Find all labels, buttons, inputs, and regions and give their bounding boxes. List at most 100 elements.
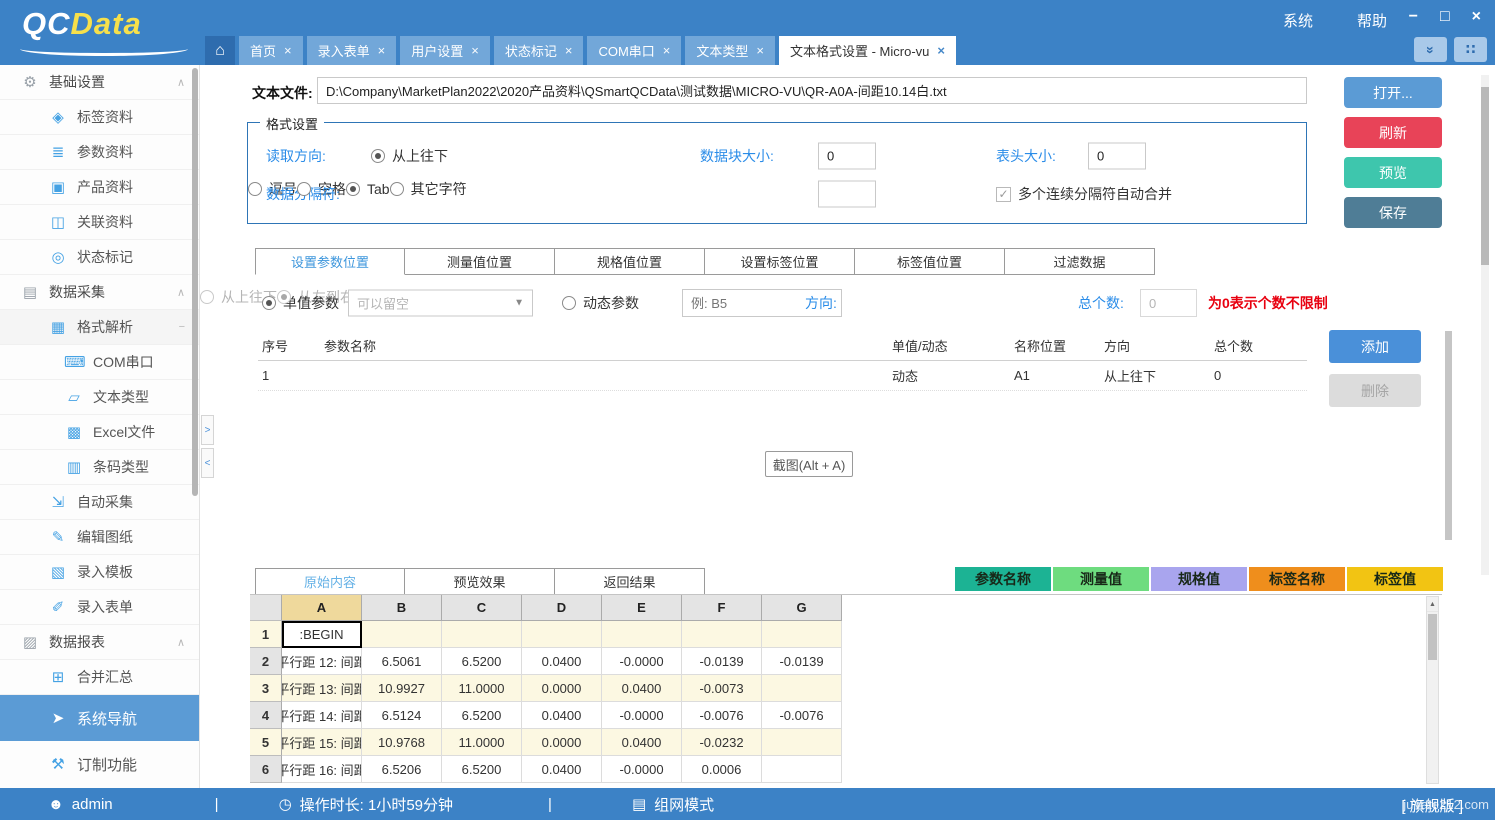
sidebar-item-参数资料[interactable]: ≣ 参数资料 [0,135,199,170]
tab-设置标签位置[interactable]: 设置标签位置 [705,248,855,275]
sheet-cell-F3[interactable]: -0.0073 [682,675,762,702]
header-size-input[interactable] [1088,143,1146,170]
sidebar-item-订制功能[interactable]: ⚒ 订制功能 [0,741,199,787]
tab-close-icon[interactable]: × [378,43,386,58]
parameter-panel-scrollbar[interactable] [1445,331,1452,540]
chevron-up-icon[interactable]: ∧ [177,76,185,89]
tab-原始内容[interactable]: 原始内容 [255,568,405,595]
sheet-column-header-C[interactable]: C [442,595,522,621]
tab-返回结果[interactable]: 返回结果 [555,568,705,595]
parameter-panel-scrollbar-thumb[interactable] [1445,331,1452,540]
minimize-button[interactable]: − [1409,8,1418,26]
other-separator-input[interactable] [818,181,876,208]
sidebar-item-录入模板[interactable]: ▧ 录入模板 [0,555,199,590]
tab-首页[interactable]: 首页 × [239,36,303,65]
action-button-刷新[interactable]: 刷新 [1344,117,1442,148]
tab-close-icon[interactable]: × [937,43,945,58]
total-count-input[interactable] [1140,289,1197,317]
panel-collapse-handle[interactable]: < [201,448,214,478]
menu-item-帮助[interactable]: 帮助 [1357,10,1387,31]
sheet-cell-A6[interactable]: 平行距 16: 间距 [282,756,362,783]
sidebar-item-编辑图纸[interactable]: ✎ 编辑图纸 [0,520,199,555]
sheet-column-header-E[interactable]: E [602,595,682,621]
sheet-cell-E5[interactable]: 0.0400 [602,729,682,756]
sheet-cell-D5[interactable]: 0.0000 [522,729,602,756]
legend-测量值[interactable]: 测量值 [1053,567,1149,591]
sheet-cell-C2[interactable]: 6.5200 [442,648,522,675]
sidebar-item-自动采集[interactable]: ⇲ 自动采集 [0,485,199,520]
close-button[interactable]: × [1472,8,1481,26]
sheet-cell-E3[interactable]: 0.0400 [602,675,682,702]
sidebar-item-数据采集[interactable]: ▤ 数据采集 ∧ [0,275,199,310]
sidebar-item-数据报表[interactable]: ▨ 数据报表 ∧ [0,625,199,660]
sidebar-item-关联资料[interactable]: ◫ 关联资料 [0,205,199,240]
main-scrollbar-thumb[interactable] [1481,87,1489,265]
menu-item-系统[interactable]: 系统 [1283,10,1313,31]
sidebar-item-基础设置[interactable]: ⚙ 基础设置 ∧ [0,65,199,100]
sheet-cell-D6[interactable]: 0.0400 [522,756,602,783]
text-file-path-input[interactable] [317,77,1307,104]
sidebar-item-产品资料[interactable]: ▣ 产品资料 [0,170,199,205]
tab-grid-button[interactable]: ∷ [1454,37,1487,62]
sheet-cell-D2[interactable]: 0.0400 [522,648,602,675]
sidebar-item-COM串口[interactable]: ⌨ COM串口 [0,345,199,380]
merge-separators-checkbox[interactable]: ✓多个连续分隔符自动合并 [996,184,1172,204]
action-button-打开...[interactable]: 打开... [1344,77,1442,108]
sheet-cell-G2[interactable]: -0.0139 [762,648,842,675]
sheet-cell-B1[interactable] [362,621,442,648]
separator-radio-其它字符[interactable]: 其它字符 [390,179,467,199]
legend-标签名称[interactable]: 标签名称 [1249,567,1345,591]
legend-规格值[interactable]: 规格值 [1151,567,1247,591]
home-tab[interactable]: ⌂ [205,36,235,65]
sheet-column-header-B[interactable]: B [362,595,442,621]
sheet-cell-E1[interactable] [602,621,682,648]
sheet-cell-E4[interactable]: -0.0000 [602,702,682,729]
sheet-column-header-D[interactable]: D [522,595,602,621]
legend-标签值[interactable]: 标签值 [1347,567,1443,591]
dynamic-param-radio[interactable]: 动态参数 [562,293,639,313]
sheet-cell-A1[interactable]: :BEGIN [282,621,362,648]
sheet-cell-A3[interactable]: 平行距 13: 间距 [282,675,362,702]
sheet-row-number[interactable]: 5 [250,729,282,756]
sheet-cell-F2[interactable]: -0.0139 [682,648,762,675]
sidebar-item-Excel文件[interactable]: ▩ Excel文件 [0,415,199,450]
read-direction-radio[interactable]: 从上往下 [371,146,448,166]
sheet-cell-F1[interactable] [682,621,762,648]
single-param-radio[interactable]: 单值参数 [262,293,339,313]
main-scrollbar[interactable] [1481,75,1489,575]
legend-参数名称[interactable]: 参数名称 [955,567,1051,591]
sidebar-item-系统导航[interactable]: ➤ 系统导航 [0,695,199,741]
sheet-cell-D1[interactable] [522,621,602,648]
tab-COM串口[interactable]: COM串口 × [587,36,681,65]
sheet-cell-C4[interactable]: 6.5200 [442,702,522,729]
sheet-cell-B6[interactable]: 6.5206 [362,756,442,783]
sheet-cell-B5[interactable]: 10.9768 [362,729,442,756]
sheet-cell-G4[interactable]: -0.0076 [762,702,842,729]
tab-close-icon[interactable]: × [284,43,292,58]
chevron-up-icon[interactable]: ∧ [177,636,185,649]
tab-close-icon[interactable]: × [663,43,671,58]
screenshot-button[interactable]: 截图(Alt + A) [765,451,853,477]
sheet-cell-F4[interactable]: -0.0076 [682,702,762,729]
block-size-input[interactable] [818,143,876,170]
tab-状态标记[interactable]: 状态标记 × [494,36,584,65]
sheet-cell-F5[interactable]: -0.0232 [682,729,762,756]
collapse-tabs-button[interactable]: » [1414,37,1447,62]
sheet-row-number[interactable]: 4 [250,702,282,729]
param-table-row[interactable]: 1动态A1从上往下0 [258,361,1307,391]
sheet-scrollbar-thumb[interactable] [1428,614,1437,660]
action-button-保存[interactable]: 保存 [1344,197,1442,228]
sheet-cell-C5[interactable]: 11.0000 [442,729,522,756]
tab-文本格式设置 - Micro-vu[interactable]: 文本格式设置 - Micro-vu × [779,36,956,65]
sheet-cell-E6[interactable]: -0.0000 [602,756,682,783]
sheet-cell-G5[interactable] [762,729,842,756]
sheet-cell-A2[interactable]: 平行距 12: 间距 [282,648,362,675]
sheet-cell-C6[interactable]: 6.5200 [442,756,522,783]
sidebar-item-标签资料[interactable]: ◈ 标签资料 [0,100,199,135]
sheet-cell-G3[interactable] [762,675,842,702]
chevron-up-icon[interactable]: ∧ [177,286,185,299]
sheet-scroll-up-icon[interactable]: ▲ [1427,597,1438,612]
sheet-row-number[interactable]: 2 [250,648,282,675]
sidebar-item-条码类型[interactable]: ▥ 条码类型 [0,450,199,485]
sidebar-item-格式解析[interactable]: ▦ 格式解析 − [0,310,199,345]
